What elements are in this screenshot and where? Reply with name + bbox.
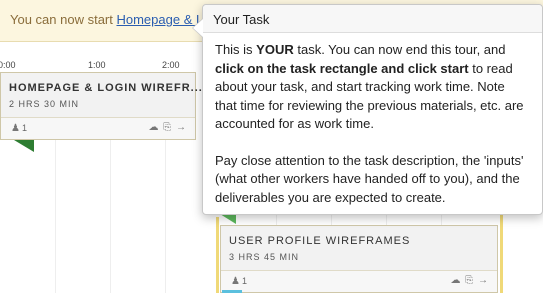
p1-instruction: click on the task rectangle and click st…: [215, 60, 469, 76]
tick-label: 1:00: [88, 60, 106, 70]
task-card-footer: ♟ 1 ☁ ⎘ →: [221, 270, 497, 292]
popover-title: Your Task: [203, 5, 542, 33]
task-card-homepage-login[interactable]: HOMEPAGE & LOGIN WIREFR... 2 HRS 30 MIN …: [0, 72, 202, 140]
dependency-rail: [500, 212, 503, 293]
assignee-count: ♟ 1: [11, 123, 27, 134]
task-card-footer: ♟ 1 ☁ ⎘ →: [1, 117, 195, 139]
popover-paragraph-1: This is YOUR task. You can now end this …: [215, 41, 528, 134]
tour-popover: Your Task This is YOUR task. You can now…: [192, 4, 543, 215]
p1-emphasis: YOUR: [256, 42, 294, 57]
person-icon: ♟: [231, 276, 240, 287]
tick-label: 0:00: [0, 60, 16, 70]
task-card-user-profile[interactable]: USER PROFILE WIREFRAMES 3 HRS 45 MIN ♟ 1 …: [220, 225, 498, 293]
popover-body: This is YOUR task. You can now end this …: [203, 33, 542, 207]
popover-arrow: [193, 19, 203, 37]
dependency-rail: [216, 217, 219, 293]
assignee-count-value: 1: [241, 276, 247, 286]
task-card-actions[interactable]: ☁ ⎘ →: [450, 275, 489, 286]
milestone-marker-icon: [220, 214, 236, 224]
task-card-title: HOMEPAGE & LOGIN WIREFR...: [9, 82, 203, 94]
task-card-duration: 3 HRS 45 MIN: [229, 252, 300, 262]
person-icon: ♟: [11, 123, 20, 134]
task-card-duration: 2 HRS 30 MIN: [9, 99, 80, 109]
start-marker-icon: [14, 140, 34, 152]
p1-text: This is: [215, 42, 257, 57]
notice-text: You can now start: [10, 12, 117, 27]
assignee-count-value: 1: [21, 123, 27, 133]
tick-label: 2:00: [162, 60, 180, 70]
task-card-title: USER PROFILE WIREFRAMES: [229, 235, 411, 247]
p1-text: task. You can now end this tour, and: [293, 42, 506, 57]
notice-task-link[interactable]: Homepage & L: [116, 12, 203, 27]
assignee-count: ♟ 1: [231, 276, 247, 287]
task-card-actions[interactable]: ☁ ⎘ →: [148, 122, 187, 133]
popover-paragraph-2: Pay close attention to the task descript…: [215, 152, 524, 205]
